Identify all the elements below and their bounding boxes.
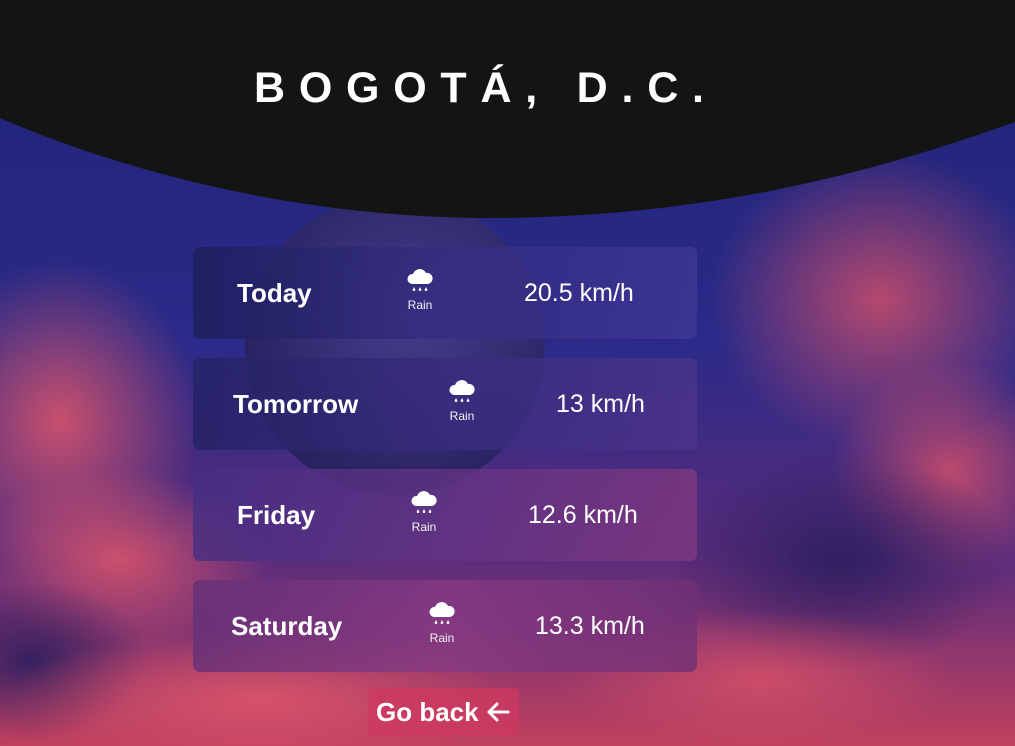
day-label: Today: [237, 278, 312, 308]
wind-speed: 13.3 km/h: [535, 612, 645, 640]
weather-label: Rain: [429, 631, 455, 645]
page-title: BOGOTÁ, D.C.: [254, 64, 718, 112]
weather-label: Rain: [411, 520, 437, 534]
wind-speed: 20.5 km/h: [524, 279, 634, 307]
go-back-button[interactable]: Go back: [368, 688, 519, 736]
weather-condition: Rain: [401, 489, 447, 534]
wind-speed: 13 km/h: [556, 390, 645, 418]
go-back-label: Go back: [376, 697, 479, 727]
weather-label: Rain: [407, 298, 433, 312]
day-label: Tomorrow: [233, 389, 359, 419]
rain-cloud-icon: [411, 491, 437, 514]
rain-cloud-icon: [429, 602, 455, 625]
weather-page: BOGOTÁ, D.C. Today Rain 20.5 km/h Tomorr…: [0, 0, 1015, 746]
weather-condition: Rain: [419, 600, 465, 645]
weather-label: Rain: [449, 409, 475, 423]
forecast-list: Today Rain 20.5 km/h Tomorrow Rain 13 km…: [193, 247, 697, 691]
weather-condition: Rain: [439, 378, 485, 423]
forecast-card-tomorrow[interactable]: Tomorrow Rain 13 km/h: [193, 358, 697, 450]
forecast-card-friday[interactable]: Friday Rain 12.6 km/h: [193, 469, 697, 561]
day-label: Friday: [237, 500, 316, 530]
rain-cloud-icon: [449, 380, 475, 403]
forecast-card-saturday[interactable]: Saturday Rain 13.3 km/h: [193, 580, 697, 672]
weather-condition: Rain: [397, 267, 443, 312]
day-label: Saturday: [231, 611, 343, 641]
arrow-left-icon: [487, 702, 510, 722]
forecast-card-today[interactable]: Today Rain 20.5 km/h: [193, 247, 697, 339]
wind-speed: 12.6 km/h: [528, 501, 638, 529]
rain-cloud-icon: [407, 269, 433, 292]
